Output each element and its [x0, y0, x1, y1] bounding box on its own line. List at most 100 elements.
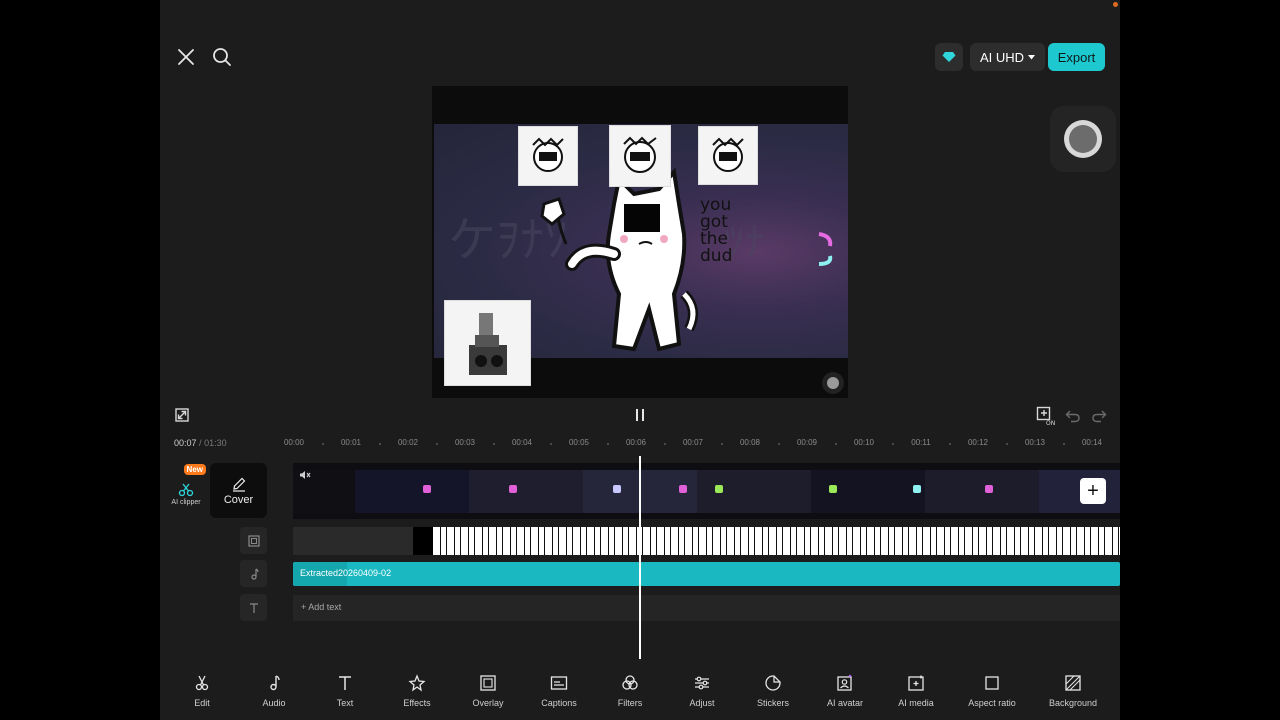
frame-glyph	[913, 485, 921, 493]
search-icon[interactable]	[210, 45, 234, 69]
preview-record-dot[interactable]	[822, 372, 844, 394]
svg-text:ON: ON	[1046, 420, 1055, 426]
toolbar-stickers-button[interactable]: Stickers	[738, 674, 808, 708]
captions-icon	[550, 674, 568, 692]
add-text-label: Add text	[308, 602, 342, 612]
toolbar-label: Overlay	[472, 698, 504, 708]
total-time: 01:30	[204, 438, 227, 448]
toolbar-label: Filters	[617, 698, 643, 708]
ruler-tick: 00:04	[511, 438, 533, 447]
toolbar-label: Aspect ratio	[968, 698, 1016, 708]
undo-icon[interactable]	[1062, 405, 1084, 427]
toolbar-filters-button[interactable]: Filters	[595, 674, 665, 708]
sticker-card	[609, 125, 671, 187]
quality-dropdown[interactable]: AI UHD	[970, 43, 1046, 71]
toolbar-ai-avatar-button[interactable]: AI avatar	[810, 674, 880, 708]
cover-button[interactable]: Cover	[210, 463, 267, 518]
overlay-clip-start	[413, 527, 433, 555]
toolbar-edit-button[interactable]: Edit	[167, 674, 237, 708]
audio-track-button[interactable]	[240, 560, 267, 587]
frame-glyph	[985, 485, 993, 493]
ruler-dot	[379, 443, 381, 445]
editor-app: AI UHD Export ケｦﾅｿ ﾂﾅ you got the dud ON…	[160, 0, 1120, 720]
toolbar-ai-media-button[interactable]: AI media	[881, 674, 951, 708]
bottom-toolbar: Edit Audio Text Effects Overlay Captions Filte…	[160, 664, 1120, 720]
toolbar-effects-button[interactable]: Effects	[382, 674, 452, 708]
ruler-tick: 00:02	[397, 438, 419, 447]
text-track-button[interactable]	[240, 594, 267, 621]
toolbar-label: Background	[1048, 698, 1098, 708]
ruler-dot	[664, 443, 666, 445]
frame-glyph	[613, 485, 621, 493]
filters-circles-icon	[621, 674, 639, 692]
toolbar-label: Captions	[541, 698, 577, 708]
time-ruler[interactable]: 00:00 00:01 00:02 00:03 00:04 00:05 00:06 00:07…	[284, 438, 1120, 450]
close-icon[interactable]	[174, 45, 198, 69]
ruler-dot	[322, 443, 324, 445]
timecode: 00:07 / 01:30	[174, 438, 227, 448]
video-frame	[355, 470, 469, 513]
toolbar-audio-button[interactable]: Audio	[239, 674, 309, 708]
toolbar-aspect-ratio-button[interactable]: Aspect ratio	[957, 674, 1027, 708]
new-badge: New	[183, 464, 206, 475]
redo-icon[interactable]	[1088, 405, 1110, 427]
toolbar-adjust-button[interactable]: Adjust	[667, 674, 737, 708]
ruler-tick: 00:05	[568, 438, 590, 447]
ai-clipper-button[interactable]: New AI clipper	[164, 464, 208, 512]
toolbar-label: Adjust	[689, 698, 715, 708]
toolbar-text-button[interactable]: Text	[310, 674, 380, 708]
sticker-card	[698, 126, 758, 185]
ruler-tick: 00:14	[1081, 438, 1103, 447]
export-button[interactable]: Export	[1048, 43, 1105, 71]
diamond-icon	[942, 52, 956, 62]
premium-diamond-button[interactable]	[935, 43, 963, 71]
video-preview[interactable]: ケｦﾅｿ ﾂﾅ you got the dud	[432, 86, 848, 398]
ruler-tick: 00:10	[853, 438, 875, 447]
record-button[interactable]	[1050, 106, 1116, 172]
overlay-track[interactable]	[293, 527, 1120, 555]
scissors-icon	[193, 674, 211, 692]
audio-track[interactable]: Extracted20260409-02	[293, 562, 1120, 586]
ai-avatar-icon	[836, 674, 854, 692]
overlay-track-button[interactable]	[240, 527, 267, 554]
ruler-tick: 00:03	[454, 438, 476, 447]
ruler-tick: 00:08	[739, 438, 761, 447]
ruler-tick: 00:01	[340, 438, 362, 447]
record-icon	[1064, 120, 1102, 158]
mute-icon[interactable]	[299, 467, 311, 485]
ruler-dot	[607, 443, 609, 445]
overlay-clip	[433, 527, 1120, 555]
fullscreen-icon[interactable]	[172, 405, 192, 425]
keyframe-on-icon[interactable]: ON	[1035, 405, 1057, 427]
toolbar-label: Effects	[403, 698, 431, 708]
music-note-icon	[250, 567, 259, 580]
video-frame	[925, 470, 1039, 513]
video-frame	[469, 470, 583, 513]
text-t-icon	[336, 674, 354, 692]
toolbar-label: AI avatar	[826, 698, 864, 708]
ruler-dot	[721, 443, 723, 445]
ruler-dot	[1063, 443, 1065, 445]
ruler-dot	[493, 443, 495, 445]
ruler-tick: 00:11	[911, 438, 931, 447]
ruler-dot	[892, 443, 894, 445]
aspect-ratio-icon	[983, 674, 1001, 692]
toolbar-overlay-button[interactable]: Overlay	[453, 674, 523, 708]
ruler-tick: 00:07	[682, 438, 704, 447]
frame-glyph	[509, 485, 517, 493]
sticker-icon	[764, 674, 782, 692]
toolbar-captions-button[interactable]: Captions	[524, 674, 594, 708]
pause-icon[interactable]	[630, 405, 650, 425]
ai-clipper-icon	[178, 483, 194, 497]
ruler-dot	[835, 443, 837, 445]
video-track[interactable]	[293, 463, 1120, 519]
toolbar-background-button[interactable]: Background	[1038, 674, 1108, 708]
add-text-button[interactable]: + Add text	[301, 602, 341, 612]
sparkle-star-icon	[408, 674, 426, 692]
text-track[interactable]: + Add text	[293, 595, 1120, 621]
playhead[interactable]	[639, 456, 641, 659]
text-t-icon	[249, 602, 258, 613]
ruler-tick: 00:13	[1024, 438, 1046, 447]
add-clip-button[interactable]: +	[1080, 478, 1106, 504]
caret-down-icon	[1028, 54, 1036, 59]
